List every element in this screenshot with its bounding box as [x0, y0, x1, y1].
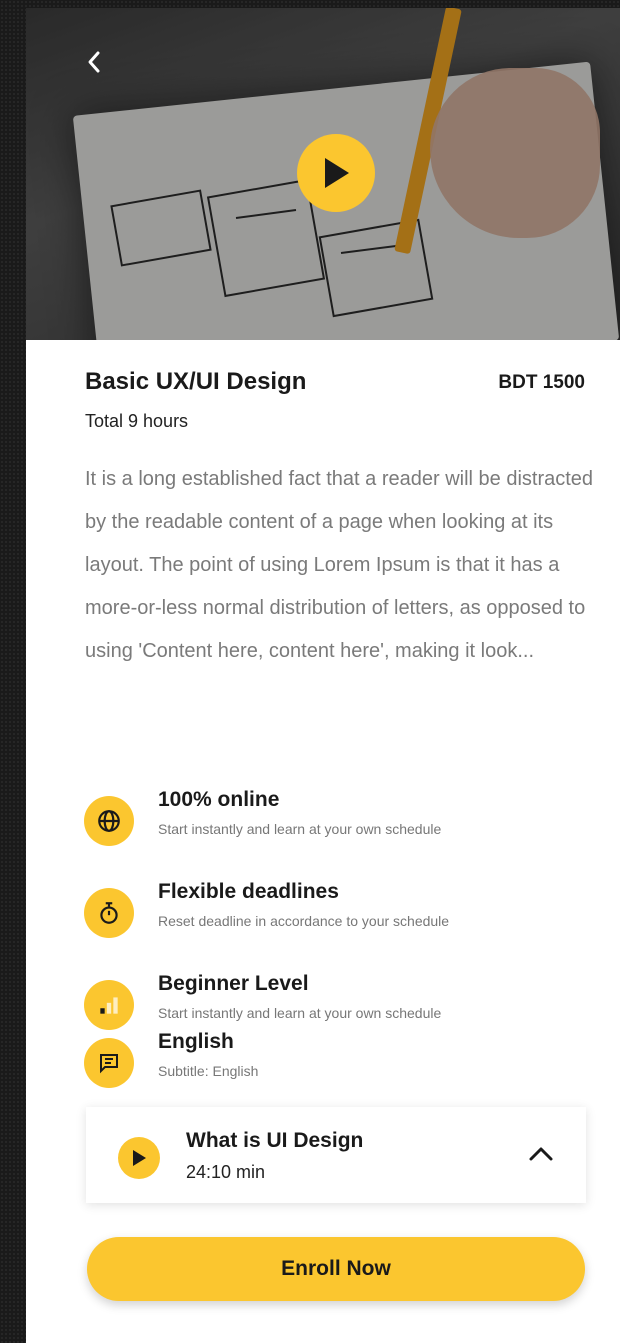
- play-icon: [325, 158, 349, 188]
- course-description: It is a long established fact that a rea…: [85, 468, 594, 662]
- lesson-play-button[interactable]: [118, 1137, 160, 1179]
- course-price: BDT 1500: [498, 372, 585, 393]
- stopwatch-icon: [84, 888, 134, 938]
- course-total-hours: Total 9 hours: [85, 411, 189, 431]
- feature-title: Beginner Level: [158, 972, 309, 995]
- feature-title: 100% online: [158, 788, 280, 811]
- lesson-card[interactable]: What is UI Design 24:10 min: [86, 1107, 586, 1203]
- course-video-thumbnail[interactable]: [26, 8, 620, 340]
- feature-online: 100% online Start instantly and learn at…: [84, 788, 584, 848]
- feature-level: Beginner Level Start instantly and learn…: [84, 972, 584, 1032]
- feature-title: Flexible deadlines: [158, 880, 339, 903]
- chevron-left-icon: [88, 51, 100, 73]
- lesson-duration: 24:10 min: [186, 1162, 266, 1182]
- subtitle-icon: [84, 1038, 134, 1088]
- lesson-title: What is UI Design: [186, 1129, 364, 1152]
- play-video-button[interactable]: [297, 134, 375, 212]
- feature-deadlines: Flexible deadlines Reset deadline in acc…: [84, 880, 584, 940]
- globe-icon: [84, 796, 134, 846]
- feature-subtitle: Subtitle: English: [158, 1063, 259, 1079]
- feature-language: English Subtitle: English: [84, 1030, 584, 1090]
- feature-subtitle: Reset deadline in accordance to your sch…: [158, 913, 450, 929]
- play-icon: [133, 1150, 146, 1166]
- course-detail-screen: Basic UX/UI Design BDT 1500 Total 9 hour…: [26, 8, 620, 1343]
- signal-bars-icon: [84, 980, 134, 1030]
- back-button[interactable]: [80, 48, 108, 76]
- chevron-up-icon[interactable]: [528, 1143, 554, 1165]
- feature-title: English: [158, 1030, 234, 1053]
- feature-subtitle: Start instantly and learn at your own sc…: [158, 821, 442, 837]
- enroll-now-button[interactable]: Enroll Now: [87, 1237, 585, 1301]
- course-title: Basic UX/UI Design: [85, 368, 307, 395]
- feature-subtitle: Start instantly and learn at your own sc…: [158, 1005, 442, 1021]
